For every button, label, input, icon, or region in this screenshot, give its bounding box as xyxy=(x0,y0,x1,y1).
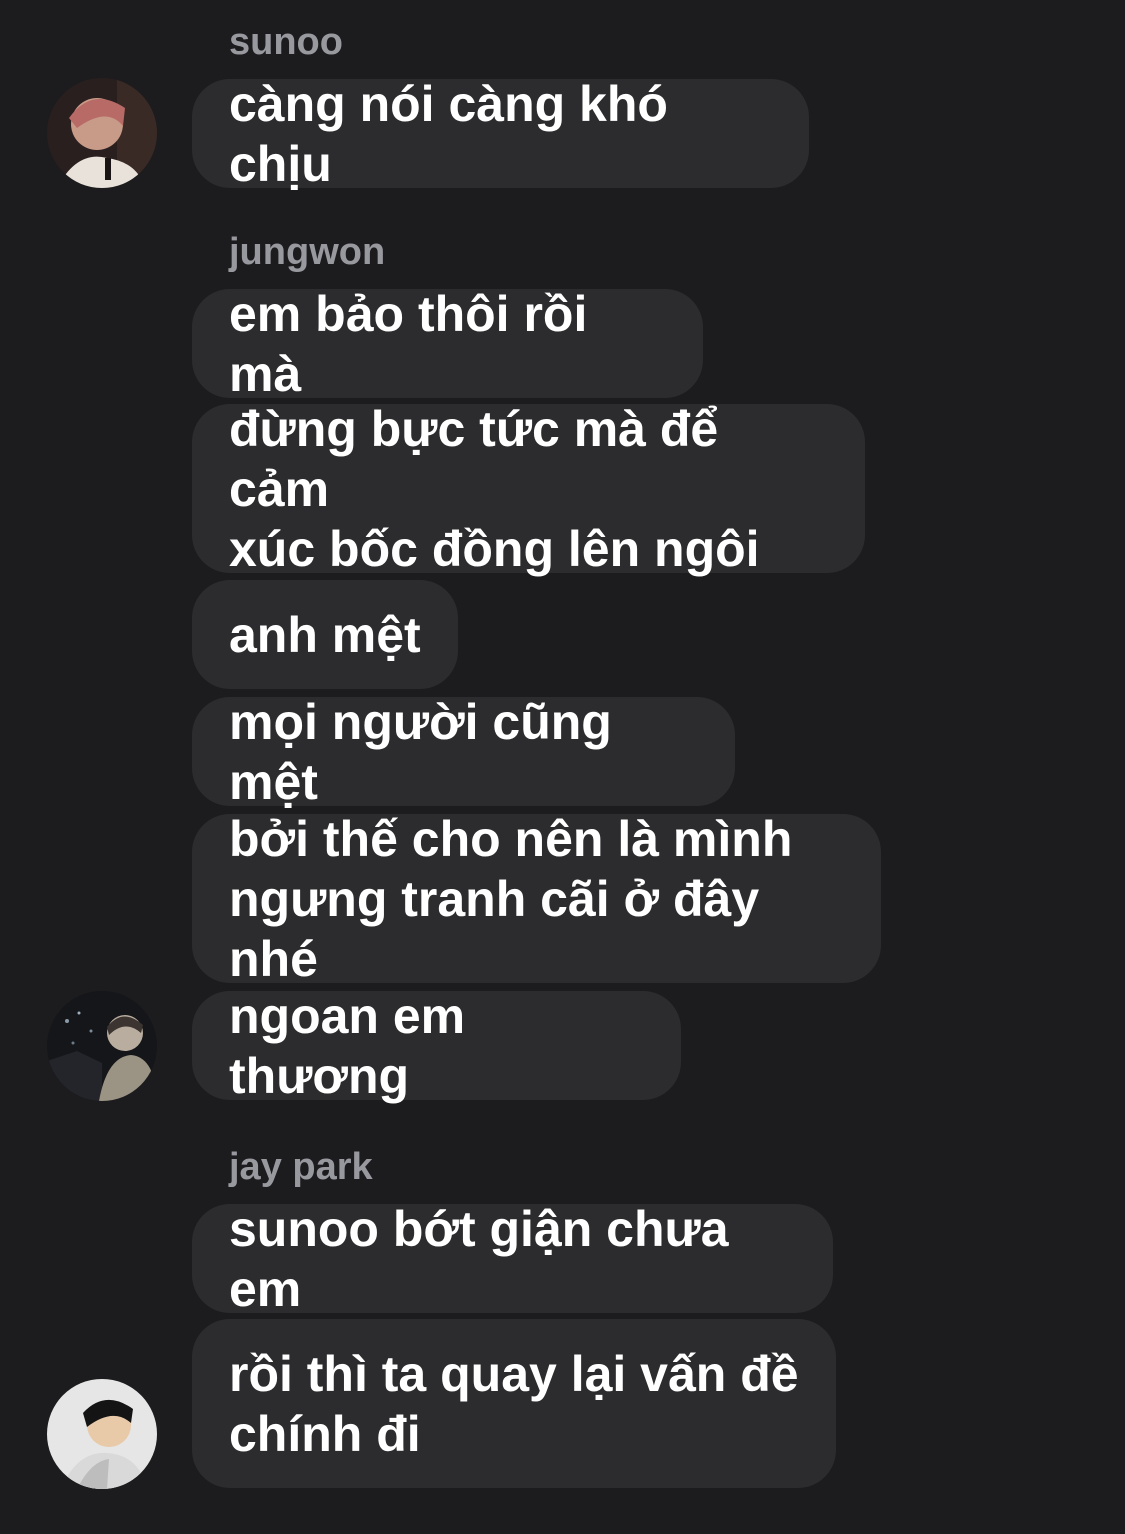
message-bubble[interactable]: đừng bực tức mà để cảm xúc bốc đồng lên … xyxy=(192,401,865,577)
message-text: mọi người cũng mệt xyxy=(229,693,612,810)
avatar-jungwon[interactable] xyxy=(47,991,157,1101)
message-text: ngoan em thương xyxy=(229,987,466,1104)
avatar-jay[interactable] xyxy=(47,1379,157,1489)
message-bubble[interactable]: mọi người cũng mệt xyxy=(192,694,735,810)
sender-name-jay-park: jay park xyxy=(229,1146,373,1188)
message-bubble[interactable]: bởi thế cho nên là mình ngưng tranh cãi … xyxy=(192,811,881,987)
sender-name-jungwon: jungwon xyxy=(229,231,386,273)
avatar-sunoo[interactable] xyxy=(47,78,157,188)
avatar-photo-icon xyxy=(47,991,157,1101)
message-bubble[interactable]: ngoan em thương xyxy=(192,988,681,1104)
avatar-photo-icon xyxy=(47,78,157,188)
message-text: sunoo bớt giận chưa em xyxy=(229,1200,729,1317)
avatar-photo-icon xyxy=(47,1379,157,1489)
message-bubble[interactable]: anh mệt xyxy=(192,580,458,689)
message-text: rồi thì ta quay lại vấn đề chính đi xyxy=(229,1345,799,1462)
message-text: em bảo thôi rồi mà xyxy=(229,285,588,402)
message-bubble[interactable]: rồi thì ta quay lại vấn đề chính đi xyxy=(192,1319,836,1488)
message-bubble[interactable]: sunoo bớt giận chưa em xyxy=(192,1201,833,1317)
message-bubble[interactable]: càng nói càng khó chịu xyxy=(192,76,809,192)
sender-name-sunoo: sunoo xyxy=(229,21,343,63)
message-text: anh mệt xyxy=(229,606,421,663)
message-text: bởi thế cho nên là mình ngưng tranh cãi … xyxy=(229,810,793,987)
message-text: càng nói càng khó chịu xyxy=(229,75,668,192)
message-bubble[interactable]: em bảo thôi rồi mà xyxy=(192,286,703,402)
message-text: đừng bực tức mà để cảm xúc bốc đồng lên … xyxy=(229,400,760,577)
